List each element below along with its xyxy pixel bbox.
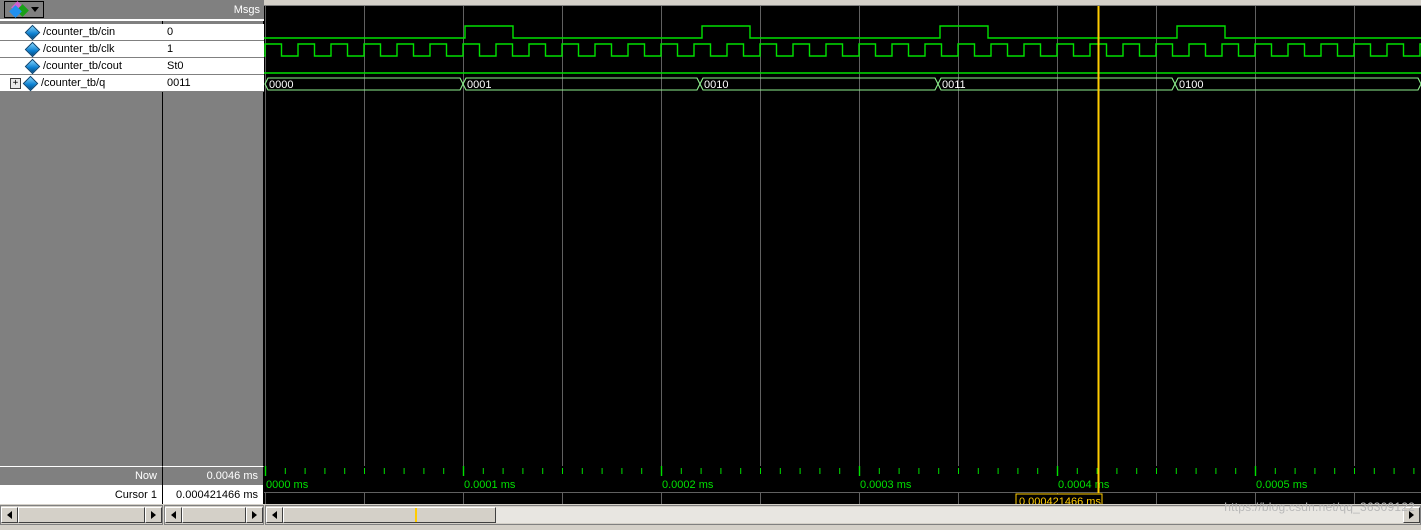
scroll-left-arrow-icon[interactable] [1, 507, 18, 523]
axis-tick-label: 0.0001 ms [464, 479, 516, 491]
signal-diamond-icon [24, 24, 41, 40]
wave-pane-top-rail [264, 0, 1421, 6]
signal-values-pane: Msgs 0 1 St0 0011 [163, 0, 264, 466]
chevron-down-icon[interactable] [31, 7, 39, 12]
wave-diamond-icon-button[interactable] [4, 0, 44, 18]
signal-value-cell: 1 [163, 41, 264, 58]
cursor-label: Cursor 1 [114, 488, 157, 501]
signal-value-text: 1 [167, 43, 174, 55]
waveform-svg: 0000 0001 0010 0011 0100 [264, 0, 1421, 466]
waveform-cin [264, 25, 1421, 39]
cursor-value-cell[interactable]: 0.000421466 ms [163, 485, 264, 504]
axis-tick-label: 0000 ms [266, 479, 309, 491]
bus-value-label: 0100 [1179, 79, 1203, 91]
signal-name-label: /counter_tb/clk [43, 43, 115, 55]
wave-scroll-thumb[interactable] [283, 507, 496, 523]
bus-value-label: 0010 [704, 79, 728, 91]
time-axis-svg: 0000 ms 0.0001 ms 0.0002 ms 0.0003 ms 0.0004… [264, 466, 1421, 504]
signal-names-pane: /counter_tb/cin/counter_tb/clk/counter_t… [0, 0, 163, 466]
expand-toggle-icon[interactable]: + [10, 77, 21, 89]
signal-value-cell: 0011 [163, 75, 264, 92]
cursor-label-text: 0.000421466 ms [1019, 496, 1101, 504]
bus-segment [462, 77, 701, 91]
signal-value-text: 0 [167, 26, 174, 38]
signal-value-text: 0011 [167, 77, 191, 89]
signal-name-label: /counter_tb/cout [43, 60, 122, 72]
now-label-cell: Now [0, 466, 163, 485]
names-scroll-thumb[interactable] [18, 507, 145, 523]
names-pane-header [0, 0, 163, 21]
axis-tick-label: 0.0005 ms [1256, 479, 1308, 491]
values-scroll-thumb[interactable] [182, 507, 246, 523]
signal-row-clk[interactable]: /counter_tb/clk [0, 41, 163, 58]
bus-segment [1174, 77, 1421, 91]
waveform-canvas[interactable]: 0000 0001 0010 0011 0100 [264, 0, 1421, 466]
now-label: Now [134, 470, 157, 482]
msgs-column-header: Msgs [163, 0, 264, 21]
msgs-label: Msgs [233, 3, 260, 16]
now-value-cell: 0.0046 ms [163, 466, 264, 485]
signal-value-cell: St0 [163, 58, 264, 75]
modelsim-wave-window: /counter_tb/cin/counter_tb/clk/counter_t… [0, 0, 1421, 530]
values-horizontal-scrollbar[interactable] [164, 505, 264, 525]
signal-row-cin[interactable]: /counter_tb/cin [0, 24, 163, 41]
waveform-clk [264, 43, 1421, 57]
scroll-left-arrow-icon[interactable] [165, 507, 182, 523]
axis-tick-label: 0.0004 ms [1058, 479, 1110, 491]
bus-value-label: 0011 [942, 79, 966, 91]
names-horizontal-scrollbar[interactable] [0, 505, 163, 525]
signal-name-label: /counter_tb/q [41, 77, 106, 89]
values-scroll-track[interactable] [182, 507, 246, 523]
scroll-left-arrow-icon[interactable] [266, 507, 283, 523]
bus-segment [699, 77, 939, 91]
signal-row-cout[interactable]: /counter_tb/cout [0, 58, 163, 75]
cursor-value: 0.000421466 ms [176, 488, 258, 501]
signal-diamond-icon [24, 41, 41, 57]
scroll-cursor-marker [414, 508, 417, 522]
names-scroll-track[interactable] [18, 507, 145, 523]
scroll-right-arrow-icon[interactable] [246, 507, 263, 523]
signal-diamond-icon [24, 58, 41, 74]
signal-name-label: /counter_tb/cin [43, 26, 116, 38]
scroll-right-arrow-icon[interactable] [145, 507, 162, 523]
signal-value-cell: 0 [163, 24, 264, 41]
now-value: 0.0046 ms [206, 470, 258, 482]
wave-scroll-track[interactable] [283, 507, 1403, 523]
wave-diamond-icon [9, 0, 29, 18]
signal-value-text: St0 [167, 60, 184, 72]
wave-horizontal-scrollbar[interactable] [265, 505, 1421, 525]
cursor-label-cell[interactable]: Cursor 1 [0, 485, 163, 504]
bus-value-label: 0000 [269, 79, 293, 91]
axis-tick-label: 0.0003 ms [860, 479, 912, 491]
bus-value-label: 0001 [467, 79, 491, 91]
axis-tick-label: 0.0002 ms [662, 479, 714, 491]
signal-row-q[interactable]: + /counter_tb/q [0, 75, 163, 92]
scroll-right-arrow-icon[interactable] [1403, 507, 1420, 523]
bus-segment [937, 77, 1176, 91]
time-axis[interactable]: 0000 ms 0.0001 ms 0.0002 ms 0.0003 ms 0.0004… [264, 466, 1421, 504]
signal-diamond-icon [22, 75, 39, 91]
